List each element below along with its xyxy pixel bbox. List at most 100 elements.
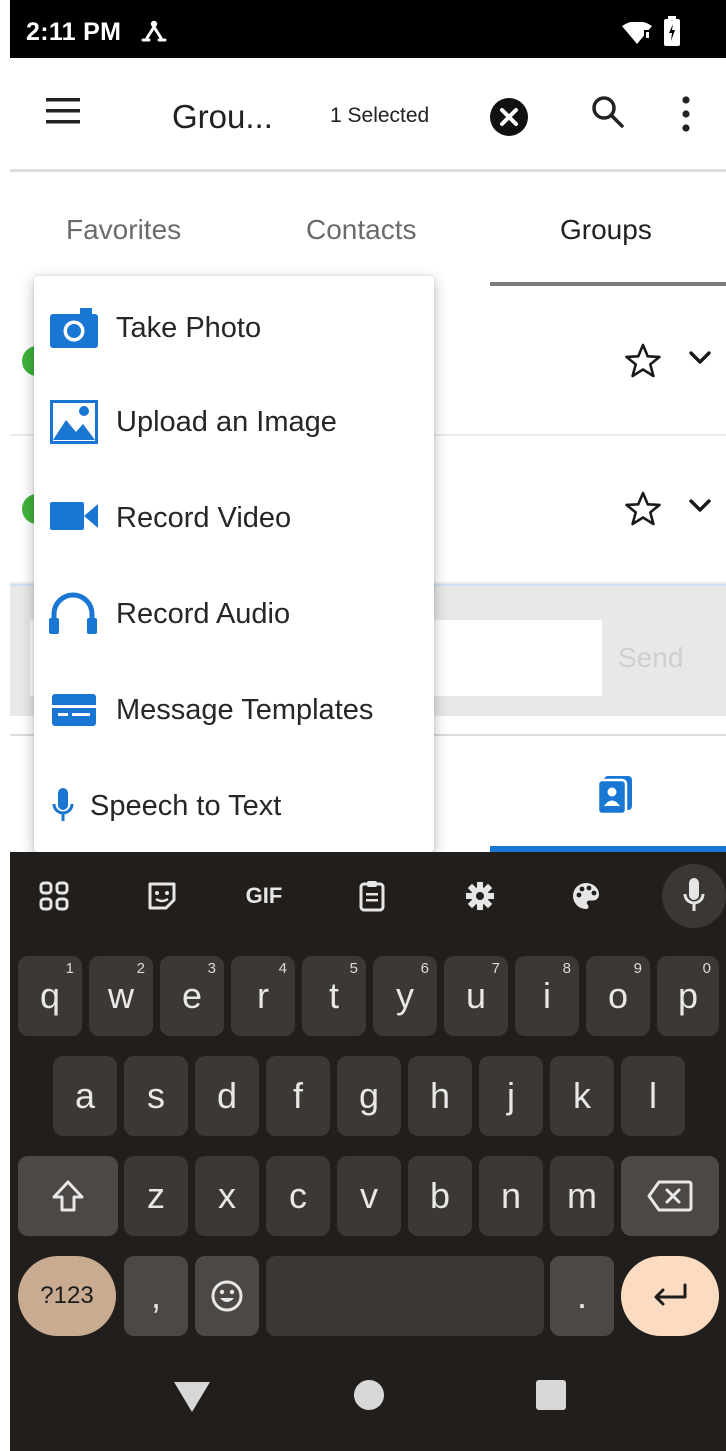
key-v[interactable]: v: [337, 1156, 401, 1236]
contacts-book-icon: [598, 776, 632, 814]
key-s[interactable]: s: [124, 1056, 188, 1136]
key-h[interactable]: h: [408, 1056, 472, 1136]
menu-item-take-photo[interactable]: Take Photo: [34, 278, 434, 374]
send-button[interactable]: Send: [618, 642, 683, 674]
key-o[interactable]: o9: [586, 956, 650, 1036]
shift-key[interactable]: [18, 1156, 118, 1236]
key-l[interactable]: l: [621, 1056, 685, 1136]
page-title: Grou...: [172, 98, 273, 135]
key-j[interactable]: j: [479, 1056, 543, 1136]
key-label: c: [289, 1175, 307, 1216]
menu-item-record-audio[interactable]: Record Audio: [34, 566, 434, 662]
menu-item-message-templates[interactable]: Message Templates: [34, 662, 434, 758]
enter-key[interactable]: [621, 1256, 719, 1336]
menu-item-label: Record Audio: [116, 598, 291, 630]
symbols-key[interactable]: ?123: [18, 1256, 116, 1336]
key-label: n: [500, 1175, 522, 1216]
key-label: p: [677, 975, 699, 1016]
tab-groups[interactable]: Groups: [560, 214, 652, 246]
key-label: v: [360, 1175, 378, 1216]
key-z[interactable]: z: [124, 1156, 188, 1236]
sticker-button[interactable]: [134, 868, 190, 924]
key-u[interactable]: u7: [444, 956, 508, 1036]
recents-icon[interactable]: [536, 1380, 566, 1410]
key-a[interactable]: a: [53, 1056, 117, 1136]
key-g[interactable]: g: [337, 1056, 401, 1136]
key-label: k: [573, 1075, 591, 1116]
home-icon[interactable]: [354, 1380, 384, 1410]
tab-divider: [490, 282, 726, 286]
backspace-icon: [647, 1180, 693, 1212]
shift-icon: [52, 1180, 84, 1212]
key-k[interactable]: k: [550, 1056, 614, 1136]
key-label: o: [607, 975, 629, 1016]
attachment-menu: Take Photo Upload an Image Record Video …: [34, 276, 434, 852]
menu-item-upload-image[interactable]: Upload an Image: [34, 374, 434, 470]
key-t[interactable]: t5: [302, 956, 366, 1036]
key-hint: 8: [562, 960, 571, 977]
settings-button[interactable]: [452, 868, 508, 924]
key-r[interactable]: r4: [231, 956, 295, 1036]
key-x[interactable]: x: [195, 1156, 259, 1236]
search-icon[interactable]: [590, 94, 626, 130]
key-c[interactable]: c: [266, 1156, 330, 1236]
key-label: w: [108, 975, 134, 1016]
key-w[interactable]: w2: [89, 956, 153, 1036]
key-y[interactable]: y6: [373, 956, 437, 1036]
wifi-icon: [622, 22, 652, 44]
key-label: i: [543, 975, 551, 1016]
chevron-down-icon[interactable]: [688, 498, 712, 514]
menu-item-record-video[interactable]: Record Video: [34, 470, 434, 566]
theme-button[interactable]: [558, 868, 614, 924]
clipboard-button[interactable]: [344, 868, 400, 924]
clear-selection-button[interactable]: [490, 98, 528, 136]
emoji-key[interactable]: [195, 1256, 259, 1336]
backspace-key[interactable]: [621, 1156, 719, 1236]
system-nav-bar: [10, 1350, 726, 1451]
gif-button[interactable]: GIF: [236, 868, 292, 924]
key-i[interactable]: i8: [515, 956, 579, 1036]
selection-count: 1 Selected: [330, 104, 430, 127]
key-label: d: [216, 1075, 238, 1116]
status-time: 2:11 PM: [26, 18, 122, 46]
space-key[interactable]: [266, 1256, 544, 1336]
menu-icon[interactable]: [46, 98, 80, 124]
key-e[interactable]: e3: [160, 956, 224, 1036]
key-label: j: [507, 1075, 515, 1116]
key-label: l: [649, 1075, 657, 1116]
chevron-down-icon[interactable]: [688, 350, 712, 366]
key-hint: 1: [65, 960, 74, 977]
key-n[interactable]: n: [479, 1156, 543, 1236]
back-icon[interactable]: [172, 1380, 212, 1414]
key-b[interactable]: b: [408, 1156, 472, 1236]
key-label: s: [147, 1075, 165, 1116]
bottom-nav-contacts[interactable]: [490, 736, 726, 854]
palette-icon: [573, 883, 599, 909]
key-q[interactable]: q1: [18, 956, 82, 1036]
menu-item-speech-to-text[interactable]: Speech to Text: [34, 758, 434, 854]
gif-label: GIF: [245, 883, 283, 908]
key-d[interactable]: d: [195, 1056, 259, 1136]
key-hint: 0: [702, 960, 711, 977]
key-hint: 7: [491, 960, 500, 977]
tab-contacts[interactable]: Contacts: [306, 214, 417, 246]
key-label: z: [147, 1175, 165, 1216]
star-icon[interactable]: [624, 342, 662, 380]
battery-icon: [664, 16, 680, 46]
star-icon[interactable]: [624, 490, 662, 528]
key-f[interactable]: f: [266, 1056, 330, 1136]
apps-grid-button[interactable]: [26, 868, 82, 924]
period-key[interactable]: .: [550, 1256, 614, 1336]
image-icon: [50, 400, 98, 444]
comma-key[interactable]: ,: [124, 1256, 188, 1336]
key-hint: 3: [207, 960, 216, 977]
mic-icon: [52, 788, 74, 821]
more-options-icon[interactable]: [676, 94, 696, 134]
voice-input-button[interactable]: [662, 864, 726, 928]
key-m[interactable]: m: [550, 1156, 614, 1236]
key-label: u: [465, 975, 487, 1016]
tab-favorites[interactable]: Favorites: [66, 214, 181, 246]
camera-icon: [50, 308, 98, 348]
key-label: g: [358, 1075, 380, 1116]
key-p[interactable]: p0: [657, 956, 719, 1036]
